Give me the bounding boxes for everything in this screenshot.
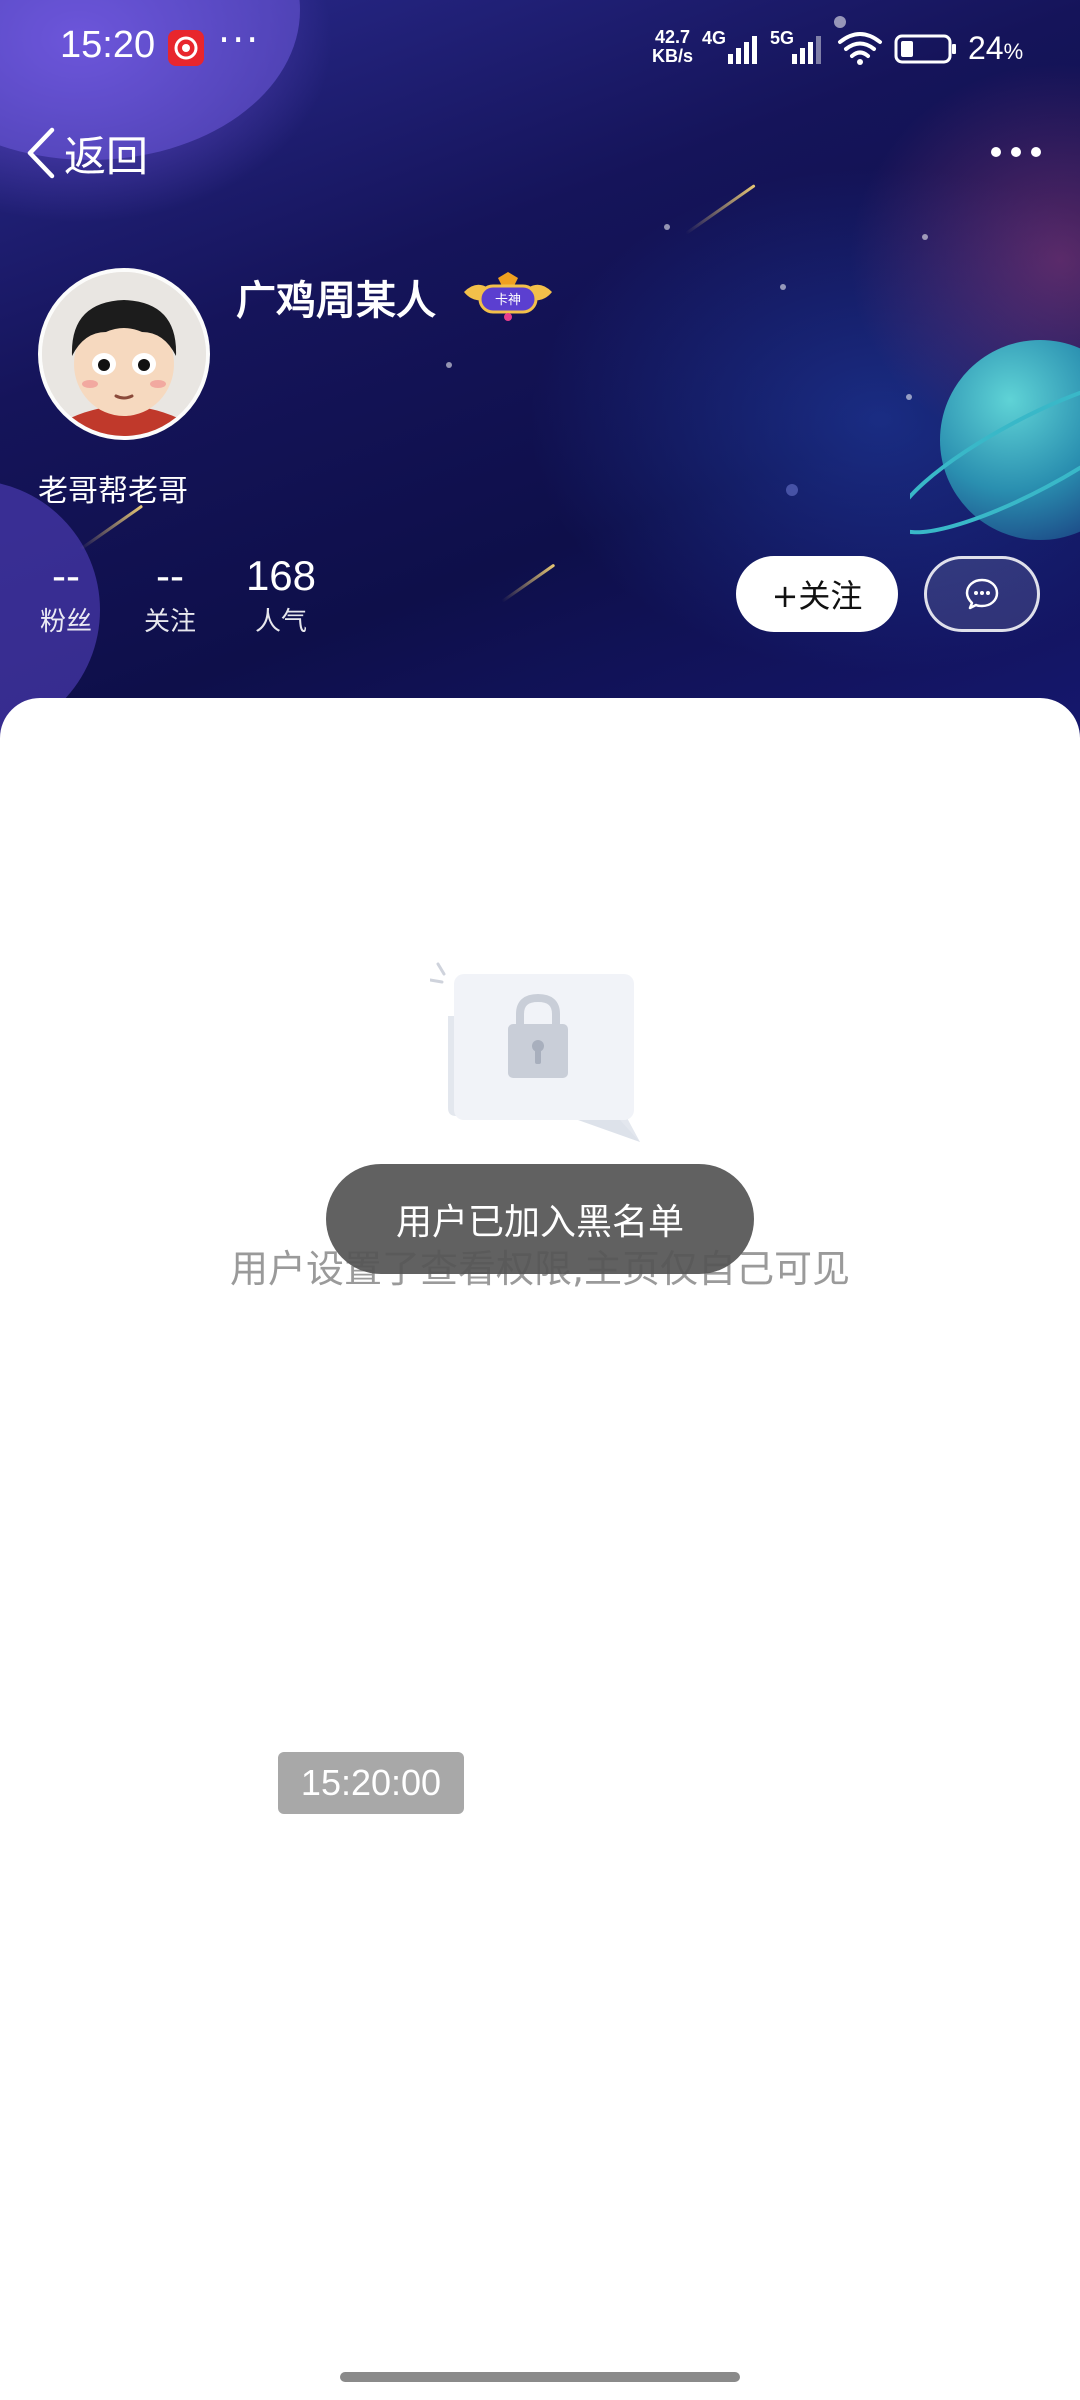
wifi-icon	[838, 32, 882, 65]
lock-icon	[430, 962, 640, 1142]
network-4g-label: 4G	[702, 28, 727, 48]
stat-fans-value: --	[52, 552, 80, 599]
stat-popularity[interactable]: 168 人气	[244, 548, 318, 640]
decor-star	[922, 234, 928, 240]
back-button[interactable]: 返回	[24, 120, 148, 186]
stat-popularity-value: 168	[245, 552, 317, 599]
status-time: 15:20	[60, 24, 156, 66]
avatar[interactable]	[38, 268, 210, 440]
battery-unit: %	[1003, 39, 1024, 64]
username: 广鸡周某人	[236, 278, 436, 324]
badge-text: 卡神	[495, 293, 521, 308]
home-indicator[interactable]	[340, 2372, 740, 2382]
avatar-cartoon-boy	[42, 272, 206, 436]
decor-meteor	[79, 504, 144, 551]
decor-star	[786, 484, 798, 496]
user-bio: 老哥帮老哥	[38, 474, 188, 509]
decor-meteor	[685, 184, 756, 235]
stat-fans[interactable]: -- 粉丝	[38, 548, 94, 640]
netease-music-icon	[168, 30, 204, 66]
stat-following-value: --	[156, 552, 184, 599]
back-label: 返回	[64, 131, 149, 181]
stat-fans-label: 粉丝	[39, 607, 92, 637]
battery-icon	[894, 34, 956, 64]
decor-meteor	[501, 563, 556, 603]
content-panel	[0, 698, 1080, 2400]
network-speed-unit: KB/s	[652, 46, 694, 66]
decor-star	[780, 284, 786, 290]
blacklist-toast: 用户已加入黑名单	[326, 1164, 754, 1274]
message-button[interactable]	[924, 556, 1040, 632]
stat-following[interactable]: -- 关注	[142, 548, 198, 640]
card-god-badge[interactable]: 卡神	[462, 272, 554, 322]
planet-decoration	[910, 340, 1080, 540]
message-bubble-icon	[965, 578, 999, 610]
timestamp-overlay: 15:20:00	[278, 1752, 464, 1814]
status-bar: 15:20 ··· 42.7 KB/s 4G 5G 24%	[0, 0, 1080, 100]
signal-icon	[792, 36, 821, 64]
status-more-icon: ···	[218, 18, 261, 62]
battery-percentage: 24%	[968, 30, 1023, 67]
stat-following-label: 关注	[143, 607, 196, 637]
network-speed: 42.7 KB/s	[652, 28, 693, 66]
signal-icon	[728, 36, 757, 64]
follow-button[interactable]: +关注	[736, 556, 898, 632]
network-speed-value: 42.7	[654, 27, 691, 47]
back-chevron-icon	[27, 127, 55, 179]
decor-star	[446, 362, 452, 368]
stat-popularity-label: 人气	[254, 607, 307, 637]
more-options-button[interactable]	[986, 132, 1046, 172]
decor-star	[664, 224, 670, 230]
battery-level: 24	[968, 30, 1004, 66]
profile-screen: 15:20 ··· 42.7 KB/s 4G 5G 24% 返回 广鸡周某人 卡…	[0, 0, 1080, 2400]
